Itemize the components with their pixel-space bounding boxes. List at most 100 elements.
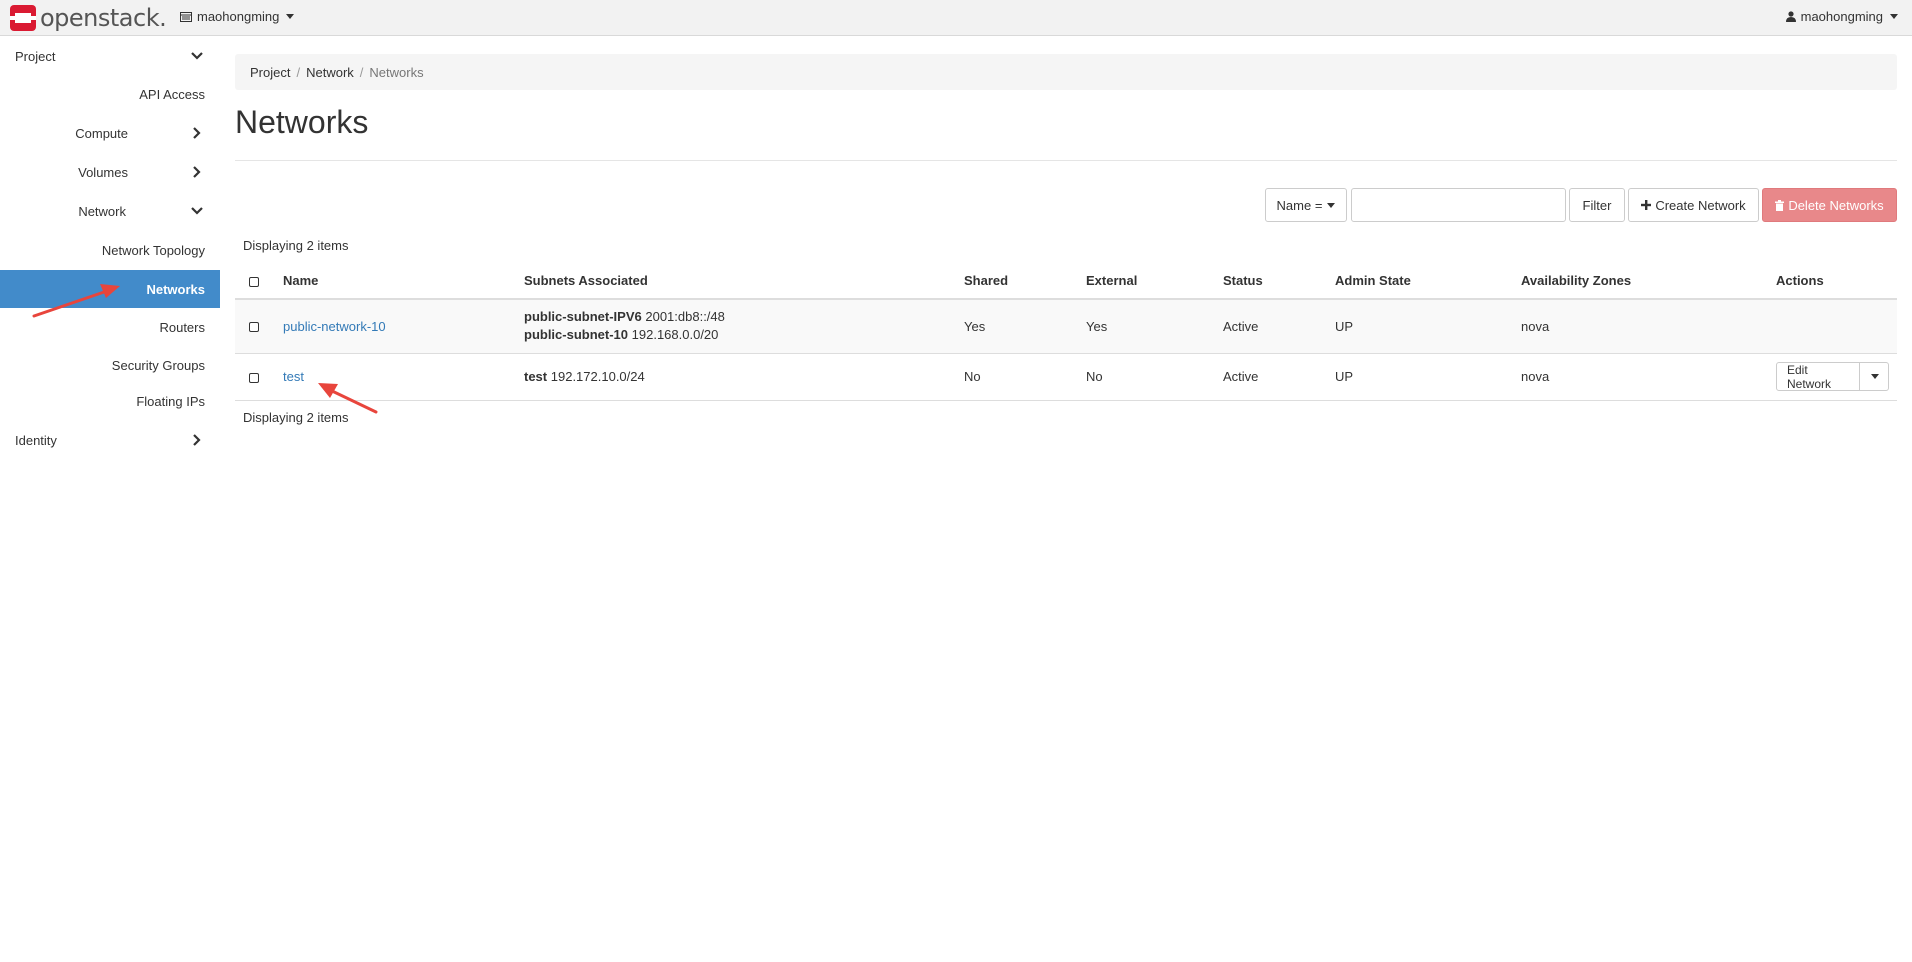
- column-header-name[interactable]: Name: [275, 263, 516, 300]
- project-dropdown[interactable]: maohongming: [180, 9, 295, 24]
- table-row: test test 192.172.10.0/24 No No Active U…: [235, 353, 1897, 401]
- column-header-admin-state[interactable]: Admin State: [1327, 263, 1513, 300]
- subnet-entry: public-subnet-IPV6 2001:db8::/48: [524, 308, 948, 326]
- chevron-down-icon: [191, 52, 203, 60]
- row-actions-dropdown-toggle[interactable]: [1860, 363, 1888, 390]
- trash-icon: [1775, 199, 1785, 211]
- filter-button[interactable]: Filter: [1569, 188, 1625, 222]
- select-all-checkbox[interactable]: [249, 276, 259, 287]
- subnet-entry: public-subnet-10 192.168.0.0/20: [524, 326, 948, 344]
- item-count-top: Displaying 2 items: [243, 238, 349, 253]
- sidebar-item-label: Volumes: [78, 164, 128, 180]
- row-select-cell: [235, 299, 275, 354]
- chevron-right-icon: [193, 166, 201, 178]
- sidebar-item-label: Routers: [159, 319, 205, 335]
- brand-logo-link[interactable]: openstack.: [10, 3, 167, 33]
- edit-network-button-group: Edit Network: [1776, 362, 1889, 392]
- filter-button-label: Filter: [1582, 197, 1612, 213]
- delete-networks-label: Delete Networks: [1788, 197, 1884, 213]
- page-title: Networks: [235, 104, 369, 140]
- sidebar-item-label: Floating IPs: [136, 393, 205, 409]
- sidebar-item-networks[interactable]: Networks: [0, 270, 220, 308]
- filter-field-dropdown[interactable]: Name =: [1265, 188, 1347, 222]
- title-divider: [235, 160, 1897, 161]
- row-select-cell: [235, 353, 275, 401]
- subnets-cell: public-subnet-IPV6 2001:db8::/48 public-…: [516, 299, 956, 354]
- sidebar-item-project[interactable]: Project: [0, 37, 220, 75]
- sidebar-item-network-topology[interactable]: Network Topology: [0, 231, 220, 269]
- breadcrumb-project[interactable]: Project: [250, 65, 290, 80]
- subnet-cidr: 2001:db8::/48: [645, 309, 725, 325]
- create-network-label: Create Network: [1655, 197, 1746, 213]
- status-cell: Active: [1215, 353, 1327, 401]
- subnet-name: public-subnet-IPV6: [524, 309, 642, 325]
- column-header-shared[interactable]: Shared: [956, 263, 1078, 300]
- status-cell: Active: [1215, 299, 1327, 354]
- sidebar-item-security-groups[interactable]: Security Groups: [0, 346, 220, 384]
- network-name-cell: test: [275, 353, 516, 401]
- subnet-cidr: 192.168.0.0/20: [631, 327, 719, 343]
- user-dropdown[interactable]: maohongming: [1785, 9, 1898, 24]
- network-name-cell: public-network-10: [275, 299, 516, 354]
- filter-field-label: Name =: [1276, 197, 1323, 213]
- breadcrumb-separator: /: [296, 64, 301, 80]
- network-name-link[interactable]: test: [283, 369, 304, 384]
- top-navbar: openstack. maohongming maohongming: [0, 0, 1912, 36]
- admin-state-cell: UP: [1327, 353, 1513, 401]
- edit-network-button[interactable]: Edit Network: [1777, 362, 1861, 391]
- caret-down-icon: [286, 14, 295, 19]
- chevron-down-icon: [191, 207, 203, 215]
- sidebar-item-volumes[interactable]: Volumes: [0, 153, 220, 191]
- breadcrumb-current: Networks: [369, 64, 424, 80]
- column-header-status[interactable]: Status: [1215, 263, 1327, 300]
- caret-down-icon: [1327, 202, 1336, 208]
- row-checkbox[interactable]: [249, 322, 259, 333]
- sidebar-item-network[interactable]: Network: [0, 192, 220, 230]
- subnet-name: public-subnet-10: [524, 327, 629, 343]
- sidebar-item-compute[interactable]: Compute: [0, 114, 220, 152]
- sidebar-item-routers[interactable]: Routers: [0, 308, 220, 346]
- column-header-availability-zones[interactable]: Availability Zones: [1513, 263, 1768, 300]
- subnet-cidr: 192.172.10.0/24: [550, 369, 645, 384]
- shared-cell: No: [956, 353, 1078, 401]
- network-name-link[interactable]: public-network-10: [283, 319, 386, 334]
- breadcrumb-network[interactable]: Network: [306, 65, 354, 80]
- select-all-header: [235, 263, 275, 300]
- project-name: maohongming: [197, 9, 280, 24]
- filter-input[interactable]: [1351, 188, 1566, 222]
- sidebar-item-label: API Access: [139, 86, 205, 102]
- sidebar-item-floating-ips[interactable]: Floating IPs: [0, 382, 220, 420]
- availability-zones-cell: nova: [1513, 299, 1768, 354]
- column-header-actions: Actions: [1768, 263, 1897, 300]
- project-icon: [180, 11, 192, 22]
- sidebar-item-label: Identity: [15, 432, 57, 448]
- delete-networks-button[interactable]: Delete Networks: [1762, 188, 1897, 222]
- shared-cell: Yes: [956, 299, 1078, 354]
- column-header-external[interactable]: External: [1078, 263, 1215, 300]
- user-name: maohongming: [1800, 9, 1883, 24]
- sidebar-item-label: Project: [15, 48, 56, 64]
- sidebar-item-api-access[interactable]: API Access: [0, 75, 220, 113]
- table-row: public-network-10 public-subnet-IPV6 200…: [235, 299, 1897, 354]
- chevron-right-icon: [193, 127, 201, 139]
- chevron-right-icon: [193, 434, 201, 446]
- edit-network-label: Edit Network: [1787, 362, 1832, 391]
- plus-icon: [1641, 200, 1652, 210]
- actions-cell: Edit Network: [1768, 353, 1897, 401]
- sidebar-item-label: Compute: [75, 125, 128, 141]
- sidebar-item-label: Security Groups: [111, 357, 205, 373]
- external-cell: No: [1078, 353, 1215, 401]
- column-header-subnets[interactable]: Subnets Associated: [516, 263, 956, 300]
- sidebar-item-identity[interactable]: Identity: [0, 421, 220, 459]
- sidebar-item-label: Network Topology: [101, 242, 205, 258]
- external-cell: Yes: [1078, 299, 1215, 354]
- annotation-arrows: [32, 284, 378, 414]
- networks-table: Name Subnets Associated Shared External …: [235, 263, 1897, 401]
- create-network-button[interactable]: Create Network: [1628, 188, 1759, 222]
- sidebar-item-label: Networks: [146, 281, 205, 297]
- row-checkbox[interactable]: [249, 372, 259, 383]
- openstack-logo-icon: [10, 5, 36, 31]
- item-count-bottom: Displaying 2 items: [243, 410, 349, 425]
- sidebar: Project API Access Compute Volumes Netwo…: [0, 37, 220, 962]
- availability-zones-cell: nova: [1513, 353, 1768, 401]
